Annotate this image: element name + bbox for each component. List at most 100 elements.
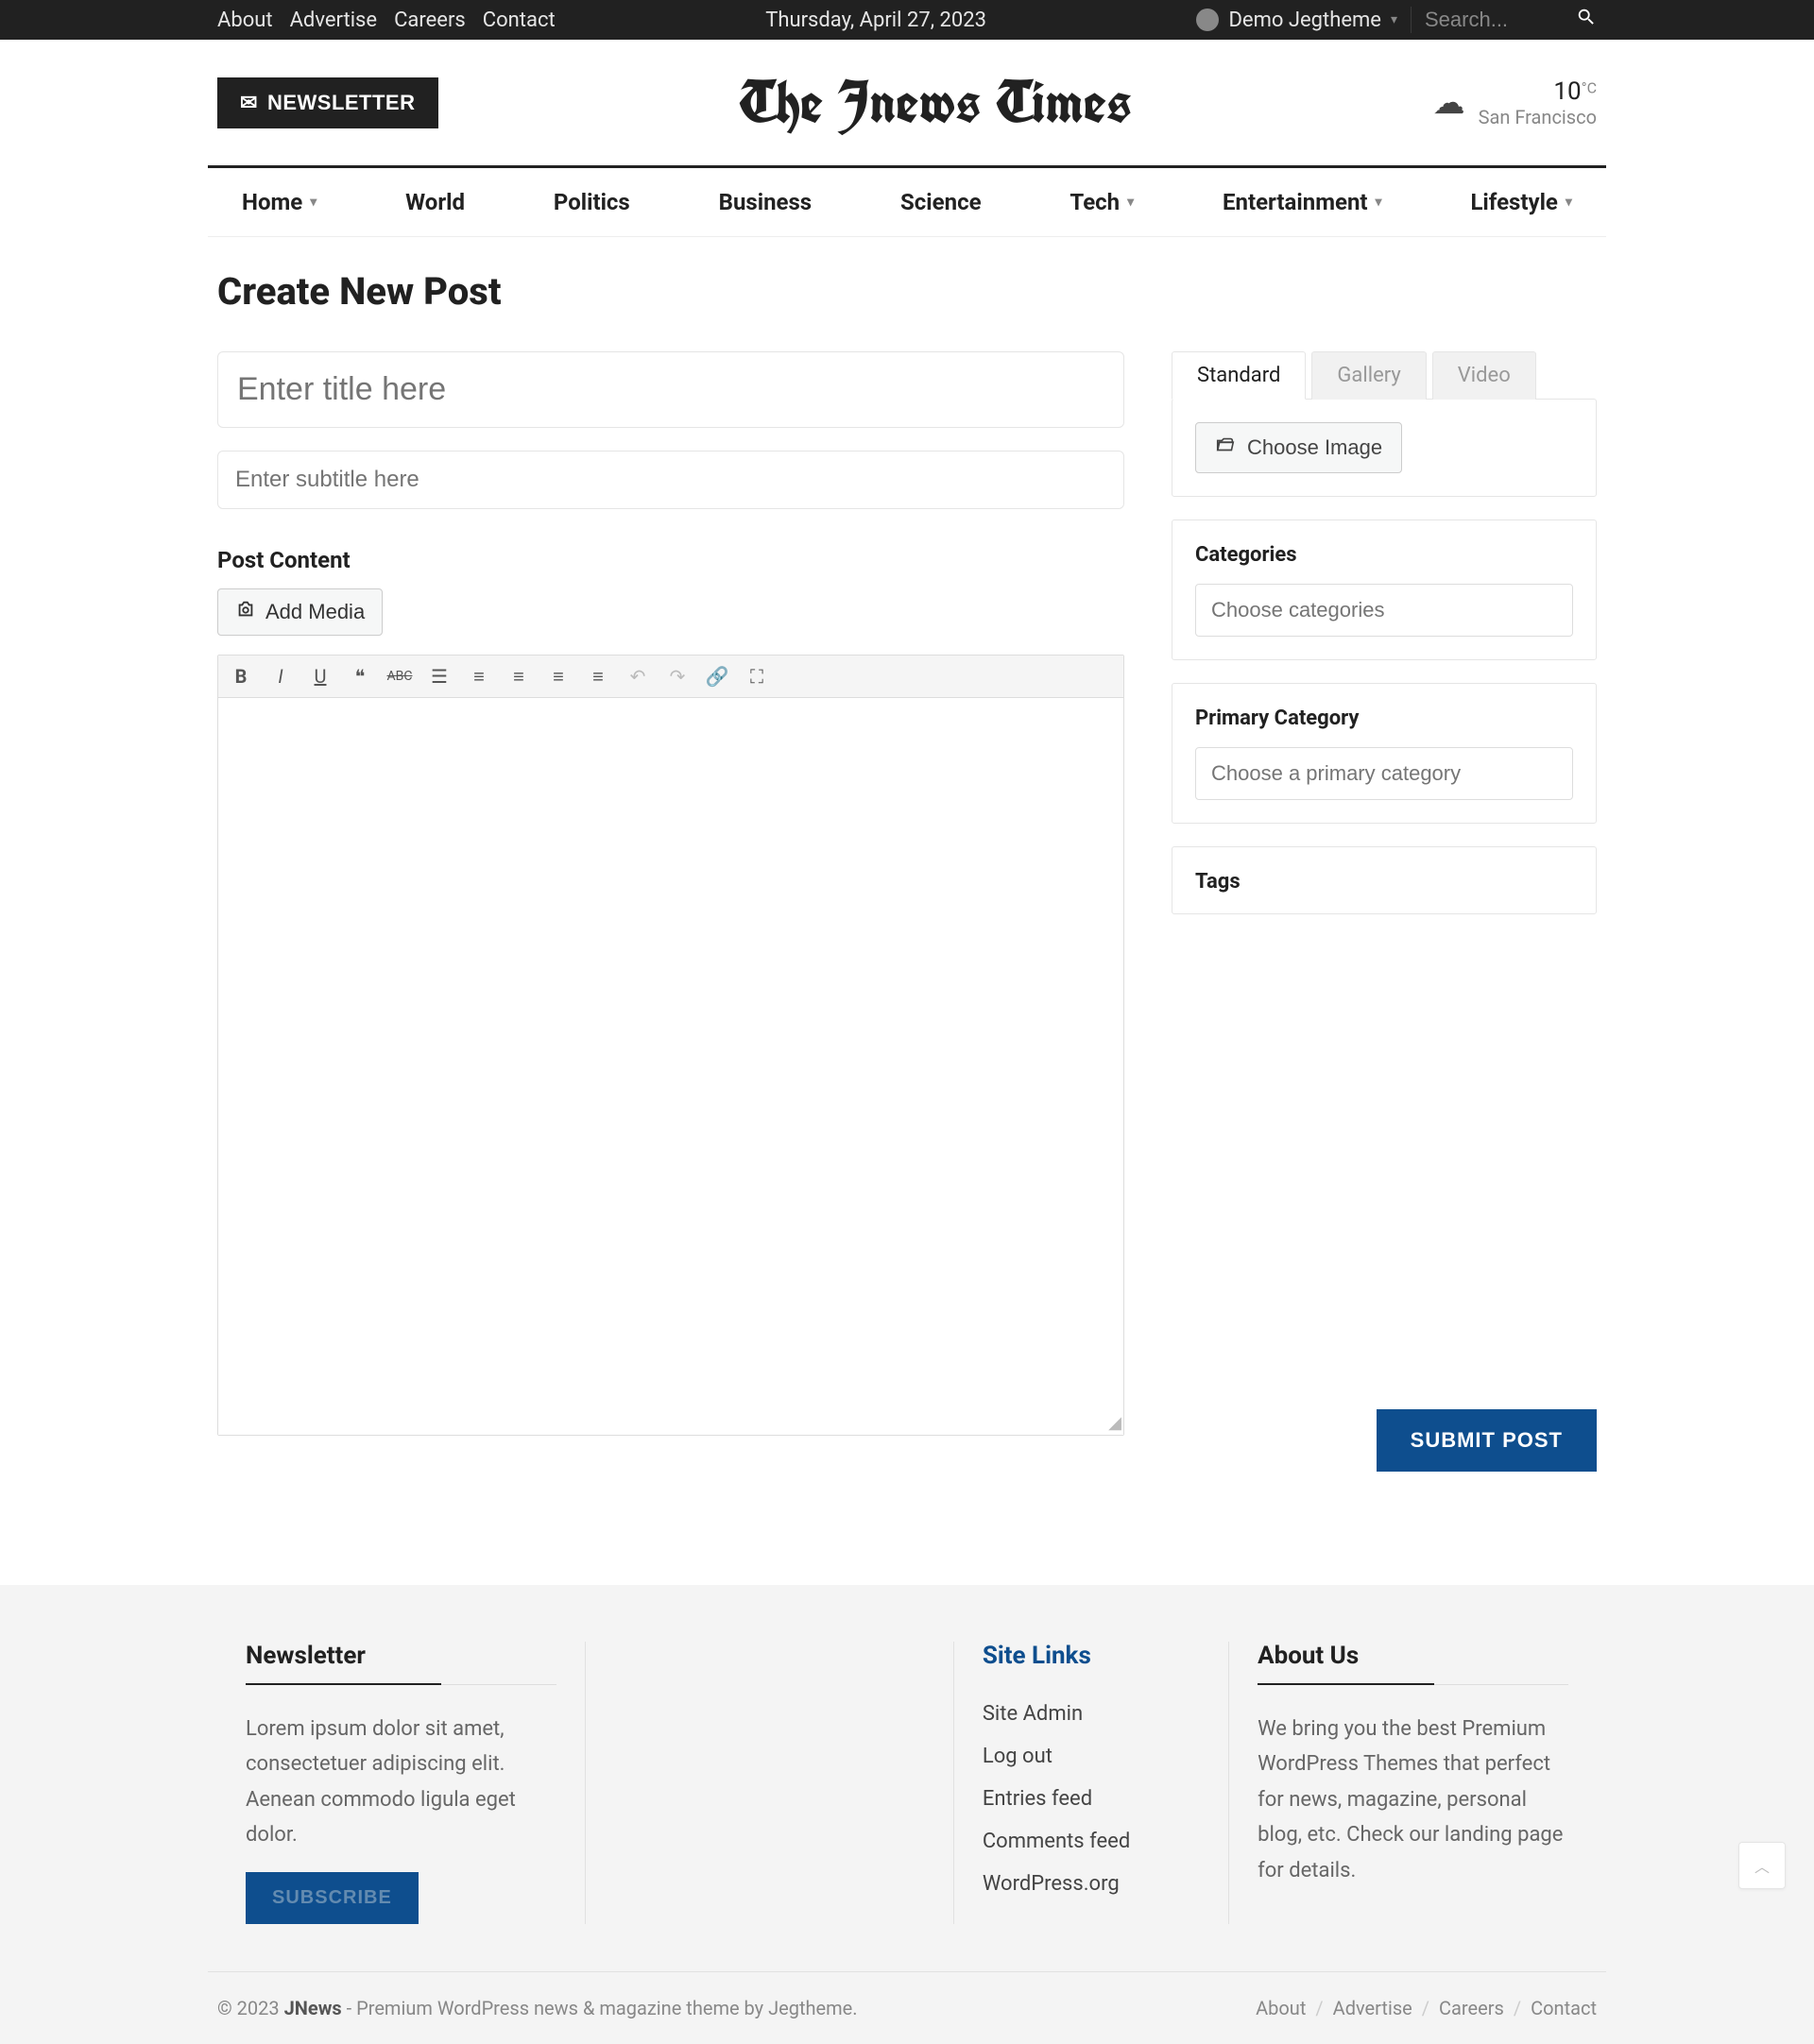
tab-gallery[interactable]: Gallery	[1311, 351, 1426, 400]
footer-about-text: We bring you the best Premium WordPress …	[1258, 1712, 1568, 1888]
post-title-input[interactable]	[217, 351, 1124, 428]
sidebar-column: Standard Gallery Video Choose Image Cate…	[1172, 351, 1597, 1472]
scroll-to-top-button[interactable]: ︿	[1738, 1842, 1786, 1889]
footer-newsletter-title: Newsletter	[246, 1642, 441, 1685]
primary-category-label: Primary Category	[1195, 707, 1573, 730]
categories-label: Categories	[1195, 543, 1573, 567]
content-editor: B I U ❝ ABC ☰ ≡ ≡ ≡ ≡ ↶ ↷ 🔗 ⛶ ◢	[217, 655, 1124, 1436]
link-entries-feed[interactable]: Entries feed	[983, 1778, 1200, 1820]
link-site-admin[interactable]: Site Admin	[983, 1693, 1200, 1735]
chevron-down-icon: ▾	[1127, 195, 1134, 210]
nav-entertainment[interactable]: Entertainment▾	[1198, 168, 1407, 236]
newsletter-label: NEWSLETTER	[267, 91, 416, 115]
format-tabs: Standard Gallery Video	[1172, 351, 1597, 400]
strike-button[interactable]: ABC	[386, 663, 413, 690]
folder-open-icon	[1215, 434, 1236, 461]
categories-panel: Categories	[1172, 520, 1597, 660]
align-right-button[interactable]: ≡	[585, 663, 611, 690]
chevron-down-icon: ▾	[1566, 195, 1572, 210]
topbar-link-advertise[interactable]: Advertise	[290, 9, 378, 32]
search-input[interactable]	[1425, 8, 1576, 32]
topbar-link-about[interactable]: About	[217, 9, 273, 32]
copyright: © 2023 JNews - Premium WordPress news & …	[217, 1997, 858, 2019]
primary-category-panel: Primary Category	[1172, 683, 1597, 824]
weather-widget: ☁ 10°C San Francisco	[1433, 77, 1597, 128]
footer-link-careers[interactable]: Careers	[1439, 1997, 1504, 2019]
nav-lifestyle[interactable]: Lifestyle▾	[1446, 168, 1596, 236]
align-center-button[interactable]: ≡	[545, 663, 572, 690]
link-wordpress[interactable]: WordPress.org	[983, 1863, 1200, 1905]
newsletter-button[interactable]: ✉ NEWSLETTER	[217, 77, 438, 128]
footer-link-about[interactable]: About	[1256, 1997, 1306, 2019]
tab-video[interactable]: Video	[1432, 351, 1536, 400]
site-links-title: Site Links	[983, 1642, 1200, 1670]
avatar	[1196, 9, 1219, 31]
fullscreen-button[interactable]: ⛶	[744, 663, 770, 690]
weather-temp: 10	[1553, 77, 1581, 106]
search-icon[interactable]	[1576, 7, 1597, 33]
footer-bottom-links: About/ Advertise/ Careers/ Contact	[1256, 1997, 1597, 2019]
chevron-up-icon: ︿	[1754, 1854, 1770, 1877]
link-log-out[interactable]: Log out	[983, 1735, 1200, 1778]
nav-science[interactable]: Science	[876, 168, 1006, 236]
site-logo[interactable]: The Jnews Times	[438, 64, 1433, 141]
nav-politics[interactable]: Politics	[529, 168, 655, 236]
footer-link-contact[interactable]: Contact	[1531, 1997, 1597, 2019]
footer-newsletter-text: Lorem ipsum dolor sit amet, consectetuer…	[246, 1712, 556, 1853]
subscribe-button[interactable]: SUBSCRIBE	[246, 1872, 419, 1924]
add-media-button[interactable]: Add Media	[217, 588, 383, 636]
footer-about-title: About Us	[1258, 1642, 1434, 1685]
bold-button[interactable]: B	[228, 663, 254, 690]
editor-column: Post Content Add Media B I U ❝ ABC ☰ ≡ ≡…	[217, 351, 1124, 1472]
media-icon	[235, 599, 256, 625]
primary-category-input[interactable]	[1195, 747, 1573, 800]
nav-business[interactable]: Business	[694, 168, 837, 236]
choose-image-label: Choose Image	[1247, 435, 1382, 460]
ul-button[interactable]: ☰	[426, 663, 453, 690]
ol-button[interactable]: ≡	[466, 663, 492, 690]
nav-world[interactable]: World	[381, 168, 489, 236]
page-title: Create New Post	[208, 237, 1606, 314]
topbar-link-contact[interactable]: Contact	[483, 9, 556, 32]
topbar-link-careers[interactable]: Careers	[394, 9, 466, 32]
link-button[interactable]: 🔗	[704, 663, 730, 690]
cloud-icon: ☁	[1433, 84, 1465, 122]
editor-toolbar: B I U ❝ ABC ☰ ≡ ≡ ≡ ≡ ↶ ↷ 🔗 ⛶	[218, 656, 1123, 698]
user-name: Demo Jegtheme	[1228, 9, 1381, 32]
topbar: About Advertise Careers Contact Thursday…	[0, 0, 1814, 40]
topbar-links: About Advertise Careers Contact	[217, 9, 556, 32]
quote-button[interactable]: ❝	[347, 663, 373, 690]
footer: Newsletter Lorem ipsum dolor sit amet, c…	[0, 1585, 1814, 2044]
tab-standard[interactable]: Standard	[1172, 351, 1306, 400]
topbar-date: Thursday, April 27, 2023	[556, 9, 1197, 32]
tags-label: Tags	[1195, 870, 1573, 894]
link-comments-feed[interactable]: Comments feed	[983, 1820, 1200, 1863]
footer-link-advertise[interactable]: Advertise	[1333, 1997, 1412, 2019]
editor-textarea[interactable]: ◢	[218, 698, 1123, 1435]
submit-post-button[interactable]: SUBMIT POST	[1377, 1409, 1597, 1472]
footer-empty	[586, 1642, 954, 1924]
nav-home[interactable]: Home▾	[217, 168, 341, 236]
footer-about: About Us We bring you the best Premium W…	[1229, 1642, 1597, 1924]
jegtheme-link[interactable]: Jegtheme	[768, 1997, 852, 2019]
italic-button[interactable]: I	[267, 663, 294, 690]
weather-city: San Francisco	[1479, 106, 1597, 128]
footer-bottom: © 2023 JNews - Premium WordPress news & …	[208, 1971, 1606, 2044]
align-left-button[interactable]: ≡	[505, 663, 532, 690]
nav-tech[interactable]: Tech▾	[1045, 168, 1158, 236]
main-nav: Home▾ World Politics Business Science Te…	[208, 165, 1606, 237]
footer-site-links: Site Links Site Admin Log out Entries fe…	[954, 1642, 1229, 1924]
envelope-icon: ✉	[240, 91, 258, 115]
weather-unit: °C	[1582, 78, 1597, 96]
resize-handle-icon[interactable]: ◢	[1108, 1413, 1121, 1433]
image-panel: Choose Image	[1172, 399, 1597, 497]
choose-image-button[interactable]: Choose Image	[1195, 422, 1402, 473]
header: ✉ NEWSLETTER The Jnews Times ☁ 10°C San …	[208, 40, 1606, 165]
redo-button[interactable]: ↷	[664, 663, 691, 690]
user-menu[interactable]: Demo Jegtheme ▾	[1196, 9, 1397, 32]
categories-input[interactable]	[1195, 584, 1573, 637]
add-media-label: Add Media	[265, 600, 365, 624]
undo-button[interactable]: ↶	[625, 663, 651, 690]
post-subtitle-input[interactable]	[217, 451, 1124, 509]
underline-button[interactable]: U	[307, 663, 334, 690]
